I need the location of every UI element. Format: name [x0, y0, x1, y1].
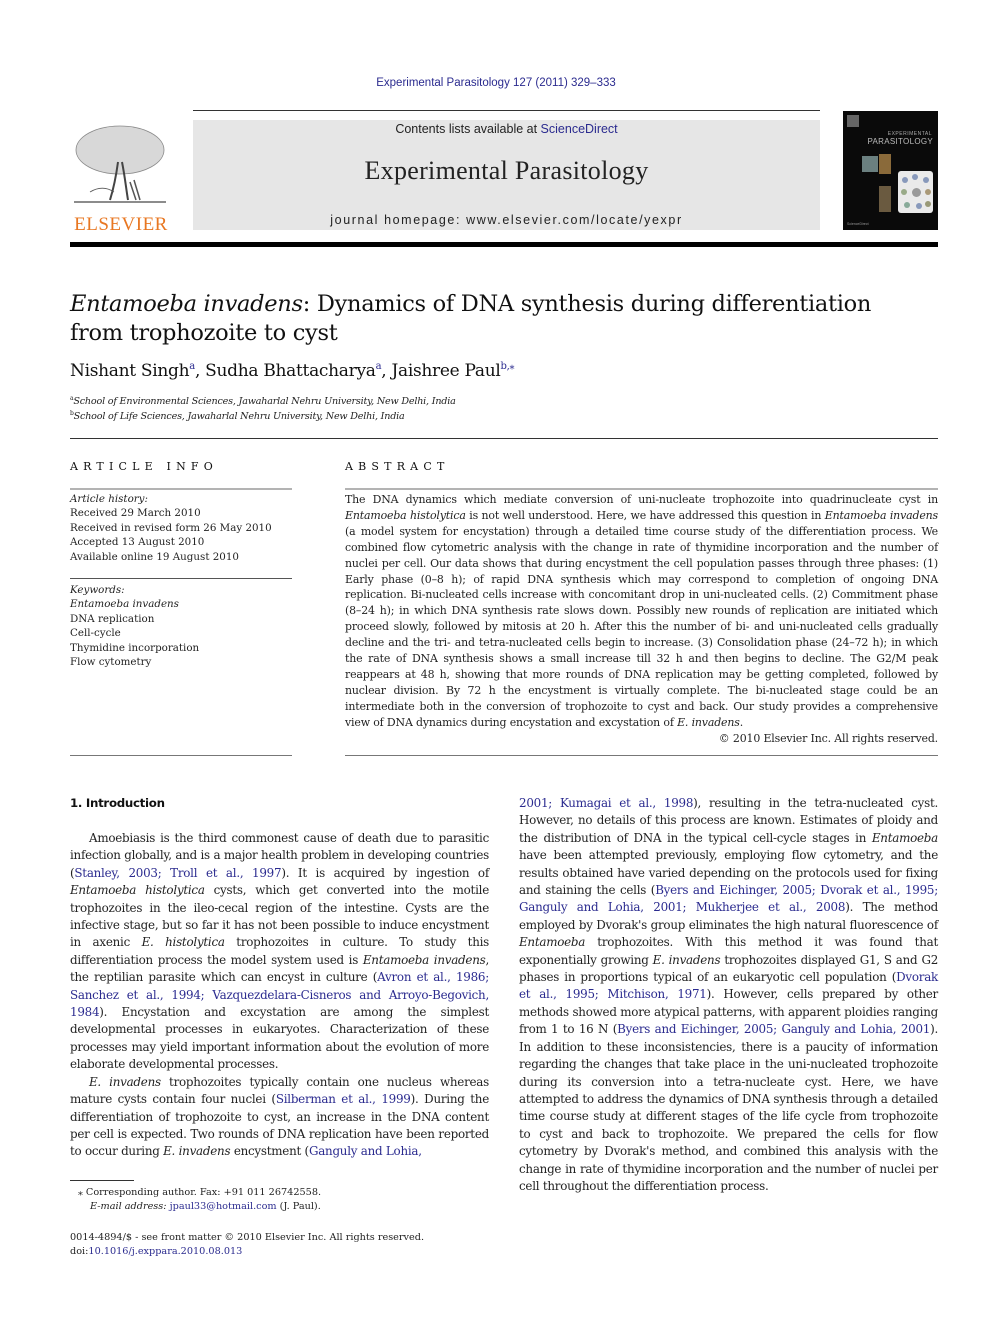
italic-term: Entamoeba histolytica: [70, 883, 205, 898]
cover-title-large: PARASITOLOGY: [867, 137, 933, 146]
elsevier-tree-icon: [74, 125, 166, 203]
italic-term: E. invadens: [89, 1074, 161, 1089]
doi-link[interactable]: 10.1016/j.exppara.2010.08.013: [88, 1246, 242, 1257]
author-name[interactable]: Nishant Singh: [70, 361, 190, 381]
contents-prefix: Contents lists available at: [395, 122, 541, 136]
top-rule: [193, 110, 820, 111]
keywords-label: Keywords:: [70, 584, 125, 596]
body-column-left: Amoebiasis is the third commonest cause …: [70, 830, 489, 1161]
divider: [345, 488, 938, 490]
cover-image: [879, 186, 891, 212]
text-run: (a model system for encystation) through…: [345, 524, 938, 729]
email-label: E-mail address:: [90, 1201, 167, 1213]
keyword: Cell-cycle: [70, 627, 121, 640]
citation-link[interactable]: 2001; Kumagai et al., 1998: [519, 796, 693, 810]
abstract-copyright: © 2010 Elsevier Inc. All rights reserved…: [718, 732, 938, 745]
history-item: Received 29 March 2010: [70, 507, 201, 520]
divider: [70, 488, 292, 490]
footnotes: ⁎ Corresponding author. Fax: +91 011 267…: [78, 1186, 321, 1214]
keyword: Flow cytometry: [70, 656, 152, 669]
affiliation-marker[interactable]: a: [376, 361, 382, 372]
italic-term: Entamoeba histolytica: [345, 508, 466, 522]
history-item: Available online 19 August 2010: [70, 550, 239, 563]
cover-diagram: [898, 171, 933, 213]
history-item: Received in revised form 26 May 2010: [70, 521, 272, 534]
affiliation-text: School of Life Sciences, Jawaharlal Nehr…: [73, 411, 405, 422]
text-run: .: [739, 715, 744, 729]
italic-term: E. invadens: [677, 715, 740, 729]
cover-image: [862, 156, 878, 172]
text-run: encystment (: [230, 1144, 309, 1159]
divider: [70, 578, 292, 579]
text-run: ). Encystation and excystation are among…: [70, 1005, 489, 1072]
article-history: Article history: Received 29 March 2010 …: [70, 492, 272, 564]
citation-link[interactable]: Silberman et al., 1999: [276, 1092, 411, 1106]
elsevier-logo[interactable]: ELSEVIER: [70, 122, 172, 235]
body-column-right: 2001; Kumagai et al., 1998), resulting i…: [519, 795, 938, 1195]
affiliation-marker[interactable]: a: [189, 361, 195, 372]
issn-line: 0014-4894/$ - see front matter © 2010 El…: [70, 1232, 425, 1243]
email-note: E-mail address: jpaul33@hotmail.com (J. …: [78, 1200, 321, 1214]
cover-image: [879, 154, 891, 174]
abstract-heading: ABSTRACT: [345, 460, 450, 473]
italic-term: E. histolytica: [141, 935, 225, 950]
paragraph: Amoebiasis is the third commonest cause …: [70, 830, 489, 1074]
text-run: The DNA dynamics which mediate conversio…: [345, 493, 938, 506]
keyword: DNA replication: [70, 612, 155, 625]
italic-term: Entamoeba invadens: [824, 508, 939, 522]
affiliation: bSchool of Life Sciences, Jawaharlal Neh…: [70, 410, 405, 422]
doi-prefix: doi:: [70, 1246, 89, 1258]
keyword: Entamoeba invadens: [70, 598, 179, 611]
journal-homepage[interactable]: journal homepage: www.elsevier.com/locat…: [193, 213, 820, 227]
history-label: Article history:: [70, 493, 148, 505]
keyword: Thymidine incorporation: [70, 641, 200, 654]
italic-term: E. invadens: [163, 1144, 231, 1159]
sciencedirect-link[interactable]: ScienceDirect: [541, 122, 618, 136]
journal-cover-thumbnail[interactable]: EXPERIMENTAL PARASITOLOGY ScienceDirect: [843, 111, 938, 230]
cover-badge: [847, 115, 859, 127]
divider: [345, 755, 938, 756]
divider: [70, 438, 938, 439]
citation-link[interactable]: Stanley, 2003; Troll et al., 1997: [74, 866, 281, 880]
history-item: Accepted 13 August 2010: [70, 536, 205, 549]
journal-masthead: Contents lists available at ScienceDirec…: [193, 120, 820, 230]
text-run: ). In addition to these inconsistencies,…: [519, 1022, 939, 1193]
text-run: is not well understood. Here, we have ad…: [465, 508, 825, 522]
cover-footer: ScienceDirect: [847, 222, 869, 226]
citation-link[interactable]: Byers and Eichinger, 2005; Ganguly and L…: [617, 1022, 930, 1036]
italic-term: Entamoeba: [519, 935, 586, 950]
keywords: Keywords: Entamoeba invadens DNA replica…: [70, 583, 199, 669]
italic-term: Entamoeba: [871, 830, 938, 845]
affiliation: aSchool of Environmental Sciences, Jawah…: [70, 395, 456, 407]
abstract-body: The DNA dynamics which mediate conversio…: [345, 492, 938, 731]
author-name[interactable]: Jaishree Paul: [391, 361, 500, 381]
paragraph: 2001; Kumagai et al., 1998), resulting i…: [519, 795, 938, 1195]
section-heading-introduction: 1. Introduction: [70, 796, 165, 810]
corresponding-text: Corresponding author. Fax: +91 011 26742…: [82, 1187, 322, 1198]
journal-name: Experimental Parasitology: [364, 156, 649, 185]
italic-term: Entamoeba invadens: [362, 952, 486, 967]
email-link[interactable]: jpaul33@hotmail.com: [170, 1201, 277, 1212]
issn-doi: 0014-4894/$ - see front matter © 2010 El…: [70, 1231, 424, 1259]
elsevier-wordmark: ELSEVIER: [74, 214, 168, 235]
journal-citation-link[interactable]: Experimental Parasitology 127 (2011) 329…: [0, 77, 992, 89]
divider: [70, 755, 292, 756]
corresponding-author-note: ⁎ Corresponding author. Fax: +91 011 267…: [78, 1186, 321, 1200]
title-italic: Entamoeba invadens: [70, 291, 303, 317]
article-info-heading: ARTICLE INFO: [70, 460, 218, 473]
author-list: Nishant Singha, Sudha Bhattacharyaa, Jai…: [70, 361, 515, 381]
article-title: Entamoeba invadens: Dynamics of DNA synt…: [70, 290, 930, 348]
affiliation-marker[interactable]: b,⁎: [501, 361, 515, 372]
paragraph: E. invadens trophozoites typically conta…: [70, 1074, 489, 1161]
email-suffix: (J. Paul).: [276, 1201, 321, 1213]
italic-term: E. invadens: [652, 952, 721, 967]
footnote-rule: [70, 1180, 134, 1181]
author-name[interactable]: Sudha Bhattacharya: [205, 361, 376, 381]
doi-line: doi:10.1016/j.exppara.2010.08.013: [70, 1245, 424, 1259]
contents-line: Contents lists available at ScienceDirec…: [193, 122, 820, 136]
masthead-rule: [70, 242, 938, 247]
text-run: ). It is acquired by ingestion of: [281, 865, 489, 880]
affiliation-text: School of Environmental Sciences, Jawaha…: [73, 396, 456, 407]
citation-link[interactable]: Ganguly and Lohia,: [309, 1144, 422, 1158]
